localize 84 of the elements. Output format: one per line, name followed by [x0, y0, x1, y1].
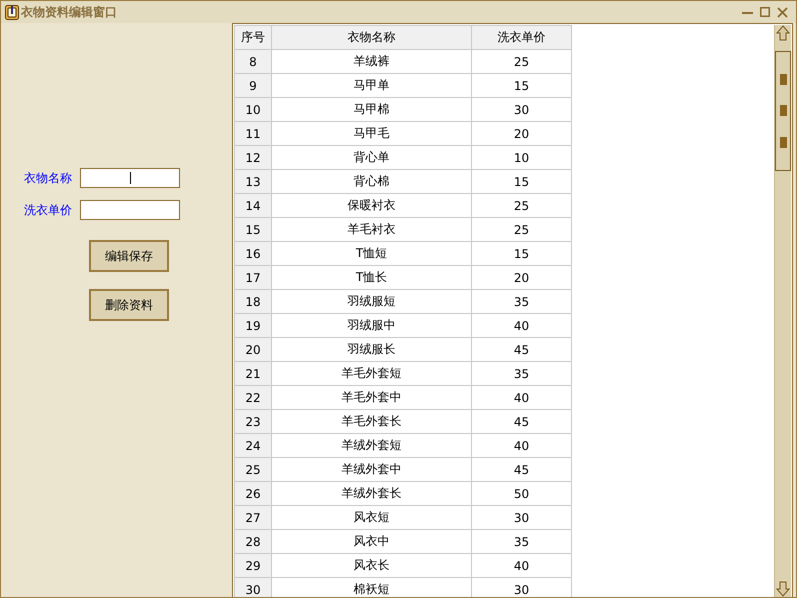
scroll-up-icon[interactable]: [776, 25, 790, 41]
row-number: 15: [234, 218, 272, 242]
field-label: 衣物名称: [24, 170, 73, 186]
table-cell: 羽绒服中: [272, 314, 472, 338]
table-cell: 25: [472, 194, 572, 218]
table-cell: 羊毛外套短: [272, 362, 472, 386]
table-cell: 马甲棉: [272, 98, 472, 122]
row-number: 25: [234, 458, 272, 482]
row-number: 17: [234, 266, 272, 290]
table-cell: 45: [472, 410, 572, 434]
row-number: 26: [234, 482, 272, 506]
table-cell: 羽绒服短: [272, 290, 472, 314]
row-number: 22: [234, 386, 272, 410]
table-cell: 30: [472, 506, 572, 530]
app-icon: [5, 4, 19, 20]
table-cell: 15: [472, 242, 572, 266]
row-number: 20: [234, 338, 272, 362]
table-cell: 20: [472, 266, 572, 290]
table-cell: 羊毛外套中: [272, 386, 472, 410]
row-number: 23: [234, 410, 272, 434]
table-cell: 羊绒外套中: [272, 458, 472, 482]
row-number: 24: [234, 434, 272, 458]
scrollbar[interactable]: [774, 25, 791, 597]
table-cell: 背心单: [272, 146, 472, 170]
table-cell: 45: [472, 338, 572, 362]
input-field[interactable]: [80, 200, 180, 220]
table-cell: 35: [472, 290, 572, 314]
table-cell: 35: [472, 362, 572, 386]
table-cell: 风衣中: [272, 530, 472, 554]
scroll-down-icon[interactable]: [776, 581, 790, 597]
row-number: 18: [234, 290, 272, 314]
table-cell: 羊绒外套短: [272, 434, 472, 458]
table-cell: 35: [472, 530, 572, 554]
table-cell: 20: [472, 122, 572, 146]
column-header[interactable]: 衣物名称: [272, 26, 472, 50]
row-number: 21: [234, 362, 272, 386]
row-number: 9: [234, 74, 272, 98]
action-button[interactable]: 删除资料: [89, 289, 169, 321]
table-cell: 40: [472, 386, 572, 410]
row-number: 29: [234, 554, 272, 578]
table-cell: 50: [472, 482, 572, 506]
table-cell: 羊毛外套长: [272, 410, 472, 434]
table-cell: 保暖衬衣: [272, 194, 472, 218]
row-number: 11: [234, 122, 272, 146]
table-cell: T恤短: [272, 242, 472, 266]
row-number: 28: [234, 530, 272, 554]
field-label: 洗衣单价: [24, 202, 73, 218]
row-number: 19: [234, 314, 272, 338]
table-cell: 背心棉: [272, 170, 472, 194]
table-cell: 15: [472, 170, 572, 194]
table-cell: 羊毛衬衣: [272, 218, 472, 242]
row-number: 16: [234, 242, 272, 266]
table-cell: 羊绒裤: [272, 50, 472, 74]
column-header[interactable]: 序号: [234, 26, 272, 50]
row-number: 13: [234, 170, 272, 194]
table-cell: 风衣长: [272, 554, 472, 578]
row-number: 8: [234, 50, 272, 74]
table-cell: 30: [472, 98, 572, 122]
scroll-thumb[interactable]: [775, 51, 791, 171]
table-cell: 马甲毛: [272, 122, 472, 146]
input-field[interactable]: [80, 168, 180, 188]
table-cell: 40: [472, 314, 572, 338]
table-cell: 马甲单: [272, 74, 472, 98]
table-cell: 25: [472, 50, 572, 74]
table-cell: 羊绒外套长: [272, 482, 472, 506]
table-cell: 10: [472, 146, 572, 170]
column-header[interactable]: 洗衣单价: [472, 26, 572, 50]
table-cell: 15: [472, 74, 572, 98]
maximize-icon[interactable]: [760, 7, 770, 17]
table-cell: 羽绒服长: [272, 338, 472, 362]
window-title: 衣物资料编辑窗口: [21, 4, 117, 20]
row-number: 30: [234, 578, 272, 597]
row-number: 27: [234, 506, 272, 530]
action-button[interactable]: 编辑保存: [89, 240, 169, 272]
row-number: 12: [234, 146, 272, 170]
row-number: 10: [234, 98, 272, 122]
table-cell: 25: [472, 218, 572, 242]
close-icon[interactable]: [777, 6, 788, 18]
table-cell: 40: [472, 434, 572, 458]
table-cell: 风衣短: [272, 506, 472, 530]
table-cell: 40: [472, 554, 572, 578]
table-cell: 45: [472, 458, 572, 482]
row-number: 14: [234, 194, 272, 218]
table-cell: T恤长: [272, 266, 472, 290]
